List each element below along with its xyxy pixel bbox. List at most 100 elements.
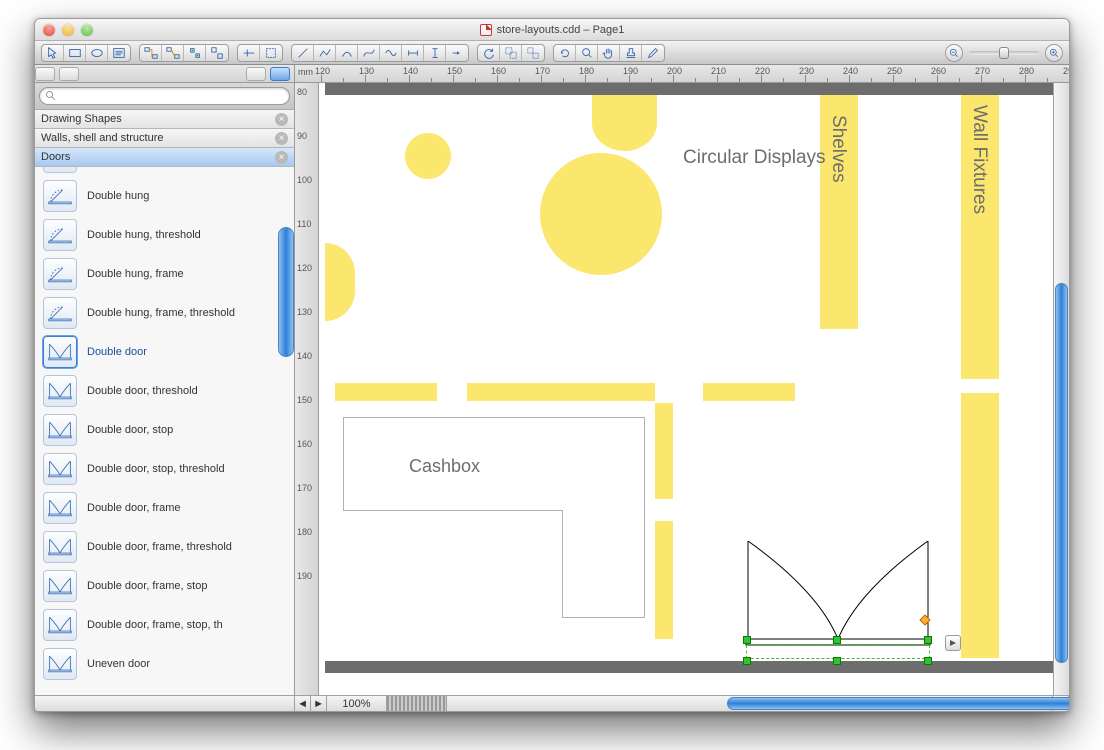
zoom-out-button[interactable] [945, 44, 963, 62]
view-grid-icon[interactable] [246, 67, 266, 81]
wall-fixtures-rect2[interactable] [961, 393, 999, 658]
circular-display[interactable] [592, 95, 657, 151]
shelf-small[interactable] [467, 383, 655, 401]
page-prev-button[interactable]: ◄ [295, 696, 311, 711]
dim-h-tool[interactable] [402, 45, 424, 61]
selection-handle[interactable] [743, 636, 751, 644]
category-walls[interactable]: Walls, shell and structure× [35, 129, 294, 148]
eyedropper-tool[interactable] [642, 45, 664, 61]
tool-group-connect [139, 44, 229, 62]
vertical-scrollbar[interactable] [1053, 83, 1069, 695]
library-item[interactable]: Double door, stop [35, 410, 294, 449]
library-item[interactable]: Uneven door [35, 644, 294, 683]
library-item[interactable]: Double door, frame, stop, th [35, 605, 294, 644]
view-list-icon[interactable] [59, 67, 79, 81]
close-icon[interactable]: × [275, 132, 288, 145]
hscroll-thumb[interactable] [727, 697, 1070, 710]
connector3-tool[interactable] [184, 45, 206, 61]
category-drawing-shapes[interactable]: Drawing Shapes× [35, 110, 294, 129]
zoom-slider [945, 44, 1063, 62]
shelf-small[interactable] [703, 383, 795, 401]
rotate-tool[interactable] [478, 45, 500, 61]
arc-tool[interactable] [336, 45, 358, 61]
close-icon[interactable]: × [275, 151, 288, 164]
door-icon [43, 570, 77, 602]
wall-top[interactable] [325, 83, 1053, 95]
search-input[interactable] [39, 87, 290, 105]
library-item[interactable]: Double door, stop, threshold [35, 449, 294, 488]
circular-display[interactable] [325, 243, 355, 321]
library-item[interactable]: Double door, threshold [35, 371, 294, 410]
zoom-readout[interactable]: 100% [327, 696, 387, 711]
hand-tool[interactable] [598, 45, 620, 61]
vscroll-thumb[interactable] [1055, 283, 1068, 663]
window-controls [43, 24, 93, 36]
line-tool[interactable] [292, 45, 314, 61]
align1-tool[interactable] [238, 45, 260, 61]
view-tree-icon[interactable] [35, 67, 55, 81]
library-item[interactable]: Double door, frame, stop [35, 566, 294, 605]
hscroll-track[interactable] [447, 696, 1037, 711]
refresh-tool[interactable] [554, 45, 576, 61]
label-circular-displays: Circular Displays [683, 147, 826, 170]
minimize-button[interactable] [62, 24, 74, 36]
library-item-label: Double door, threshold [87, 385, 198, 397]
category-doors[interactable]: Doors× [35, 148, 294, 167]
text-tool[interactable] [108, 45, 130, 61]
library-item[interactable]: Double door, frame [35, 488, 294, 527]
ellipse-tool[interactable] [86, 45, 108, 61]
selection-handle[interactable] [924, 657, 932, 665]
connector4-tool[interactable] [206, 45, 228, 61]
ungroup-tool[interactable] [522, 45, 544, 61]
zoom-in-button[interactable] [1045, 44, 1063, 62]
close-button[interactable] [43, 24, 55, 36]
library-item[interactable]: Double door [35, 332, 294, 371]
connector2-tool[interactable] [162, 45, 184, 61]
dim-arrow-tool[interactable] [446, 45, 468, 61]
zoom-thumb[interactable] [999, 47, 1009, 59]
library-item[interactable]: Double hung, frame [35, 254, 294, 293]
door-icon [43, 258, 77, 290]
library-item[interactable]: Double hung [35, 176, 294, 215]
bezier-tool[interactable] [358, 45, 380, 61]
cashbox-bottom[interactable] [562, 510, 645, 618]
align2-tool[interactable] [260, 45, 282, 61]
selection-handle[interactable] [833, 657, 841, 665]
placed-double-door[interactable] [743, 541, 933, 661]
page-next-button[interactable]: ► [311, 696, 327, 711]
zoom-button[interactable] [81, 24, 93, 36]
ruler-unit: mm [298, 67, 313, 77]
shelf-small[interactable] [655, 521, 673, 639]
view-search-icon[interactable] [270, 67, 290, 81]
group-tool[interactable] [500, 45, 522, 61]
magnify-tool[interactable] [576, 45, 598, 61]
page-tabs-grip[interactable] [387, 696, 447, 711]
library-item-label: Double door, frame, stop, th [87, 619, 223, 631]
selection-handle[interactable] [833, 636, 841, 644]
door-icon [43, 531, 77, 563]
cashbox-top[interactable] [343, 417, 645, 511]
library-item[interactable]: Double hung, threshold [35, 215, 294, 254]
canvas[interactable]: Circular Displays Shelves Wall Fixtures … [319, 83, 1053, 695]
shape-action-button[interactable] [945, 635, 961, 651]
library-item[interactable]: Double door, frame, threshold [35, 527, 294, 566]
polyline-tool[interactable] [314, 45, 336, 61]
sidebar-scrollbar[interactable] [278, 227, 294, 357]
shelf-small[interactable] [655, 403, 673, 499]
dim-v-tool[interactable] [424, 45, 446, 61]
connector1-tool[interactable] [140, 45, 162, 61]
circular-display[interactable] [540, 153, 662, 275]
zoom-track[interactable] [969, 51, 1039, 55]
selection-handle[interactable] [924, 636, 932, 644]
close-icon[interactable]: × [275, 113, 288, 126]
spline-tool[interactable] [380, 45, 402, 61]
circular-display[interactable] [405, 133, 451, 179]
selection-handle[interactable] [743, 657, 751, 665]
library-item[interactable]: Door, frame, stop, threshold [35, 167, 294, 176]
rect-tool[interactable] [64, 45, 86, 61]
shelf-small[interactable] [335, 383, 437, 401]
wall-bottom[interactable] [325, 661, 1053, 673]
stamp-tool[interactable] [620, 45, 642, 61]
library-item[interactable]: Double hung, frame, threshold [35, 293, 294, 332]
pointer-tool[interactable] [42, 45, 64, 61]
